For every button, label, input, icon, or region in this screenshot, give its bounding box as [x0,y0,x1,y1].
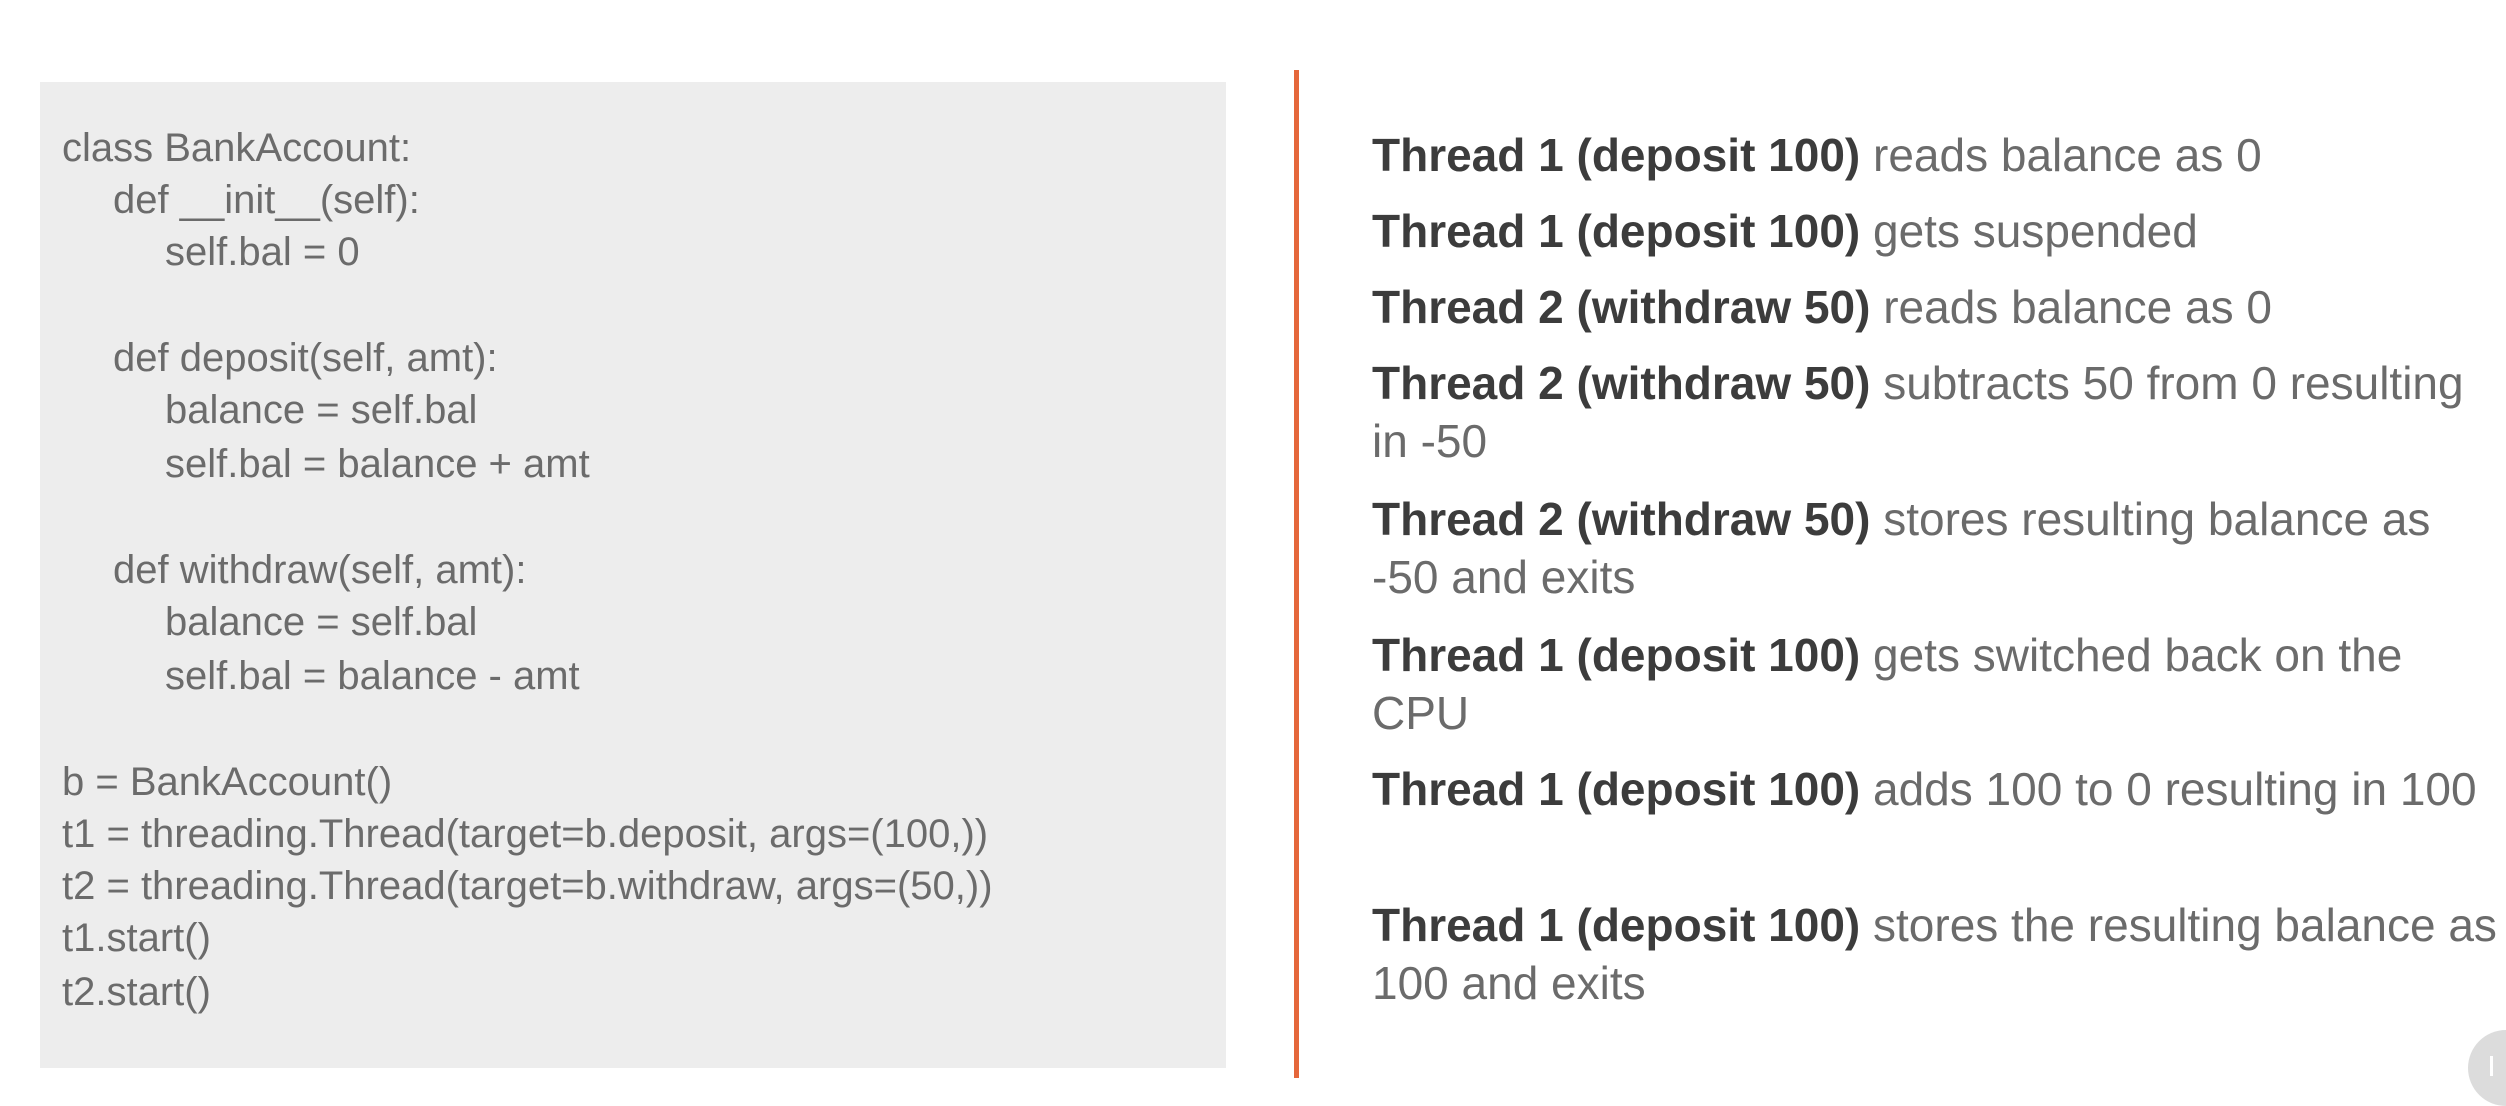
thread-label: Thread 1 (deposit 100) [1372,205,1861,257]
thread-step: Thread 2 (withdraw 50) stores resulting … [1372,490,2506,606]
code-line: self.bal = 0 [165,230,360,274]
thread-step: Thread 1 (deposit 100) adds 100 to 0 res… [1372,760,2506,818]
thread-step: Thread 2 (withdraw 50) reads balance as … [1372,278,2506,336]
code-line: t1.start() [62,916,211,960]
code-line: balance = self.bal [165,388,478,432]
pause-icon [2490,1056,2506,1076]
step-description: reads balance as 0 [1870,281,2272,333]
thread-label: Thread 2 (withdraw 50) [1372,281,1871,333]
thread-label: Thread 2 (withdraw 50) [1372,357,1871,409]
code-panel: class BankAccount: def __init__(self): s… [40,82,1226,1068]
code-line: self.bal = balance - amt [165,654,580,698]
code-line: self.bal = balance + amt [165,442,590,486]
thread-step: Thread 1 (deposit 100) reads balance as … [1372,126,2506,184]
thread-step: Thread 1 (deposit 100) gets switched bac… [1372,626,2506,742]
code-line: def deposit(self, amt): [113,336,498,380]
code-line: def withdraw(self, amt): [113,548,527,592]
thread-step: Thread 1 (deposit 100) gets suspended [1372,202,2506,260]
step-description: adds 100 to 0 resulting in 100 [1860,763,2477,815]
code-line: t2 = threading.Thread(target=b.withdraw,… [62,864,993,908]
step-description: gets suspended [1860,205,2198,257]
thread-step: Thread 1 (deposit 100) stores the result… [1372,896,2506,1012]
vertical-divider [1294,70,1299,1078]
thread-label: Thread 1 (deposit 100) [1372,629,1861,681]
step-description: reads balance as 0 [1860,129,2262,181]
thread-step: Thread 2 (withdraw 50) subtracts 50 from… [1372,354,2506,470]
thread-label: Thread 1 (deposit 100) [1372,763,1861,815]
thread-label: Thread 1 (deposit 100) [1372,899,1861,951]
code-line: b = BankAccount() [62,760,393,804]
pause-button[interactable] [2468,1030,2506,1106]
code-line: t2.start() [62,970,211,1014]
thread-label: Thread 2 (withdraw 50) [1372,493,1871,545]
code-line: class BankAccount: [62,126,412,170]
slide: class BankAccount: def __init__(self): s… [0,0,2506,1106]
code-line: def __init__(self): [113,178,420,222]
code-line: t1 = threading.Thread(target=b.deposit, … [62,812,989,856]
thread-label: Thread 1 (deposit 100) [1372,129,1861,181]
code-line: balance = self.bal [165,600,478,644]
